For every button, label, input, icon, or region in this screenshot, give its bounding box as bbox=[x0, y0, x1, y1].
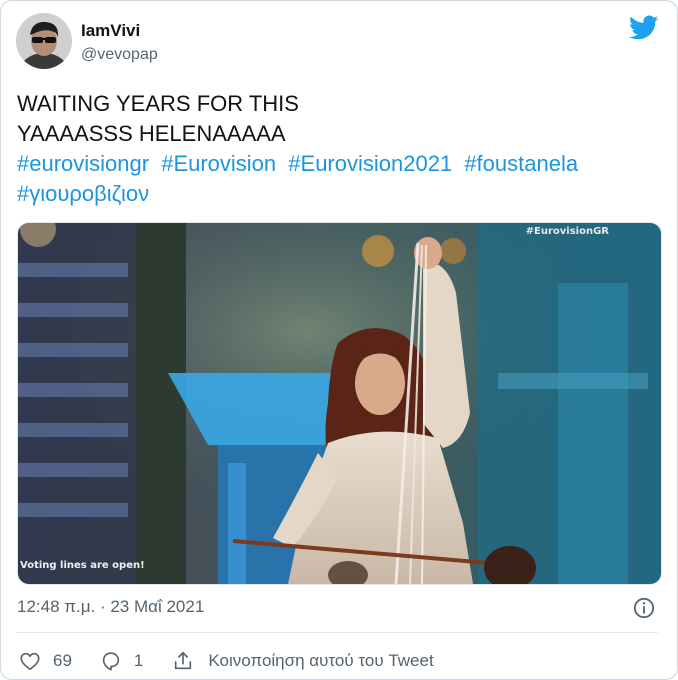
hashtag-link[interactable]: #foustanela bbox=[464, 151, 578, 176]
divider bbox=[17, 632, 658, 633]
info-icon[interactable] bbox=[633, 597, 655, 619]
share-label: Κοινοποίηση αυτού του Tweet bbox=[208, 651, 434, 670]
twitter-bird-icon[interactable] bbox=[629, 15, 659, 41]
avatar-image bbox=[16, 13, 72, 69]
tweet-line-1: WAITING YEARS FOR THIS bbox=[17, 91, 299, 116]
hashtag-link[interactable]: #eurovisiongr bbox=[17, 151, 149, 176]
hashtag-link[interactable]: #γιουροβιζιον bbox=[17, 181, 149, 206]
reply-button[interactable]: 1 bbox=[100, 650, 143, 672]
tweet-text: WAITING YEARS FOR THIS YAAAASSS HELENAAA… bbox=[17, 89, 657, 149]
tweet-card: IamVivi @vevopap WAITING YEARS FOR THIS … bbox=[0, 0, 678, 680]
hashtag-link[interactable]: #Eurovision bbox=[161, 151, 276, 176]
photo-caption: Voting lines are open! bbox=[20, 560, 145, 571]
tweet-timestamp[interactable]: 12:48 π.μ. · 23 Μαΐ 2021 bbox=[17, 597, 204, 617]
reply-icon bbox=[102, 652, 120, 671]
heart-icon bbox=[20, 652, 40, 671]
watermark-text: #EurovisionGR bbox=[525, 226, 609, 237]
author-name[interactable]: IamVivi bbox=[81, 21, 140, 41]
performance-photo bbox=[18, 223, 661, 584]
author-handle[interactable]: @vevopap bbox=[81, 46, 158, 64]
action-bar: 69 1 Κοινοποίηση αυτού του Tweet bbox=[19, 647, 434, 675]
reply-count: 1 bbox=[133, 651, 144, 670]
like-button[interactable]: 69 bbox=[19, 650, 72, 672]
hashtag-list: #eurovisiongr #Eurovision #Eurovision202… bbox=[17, 149, 657, 209]
tweet-line-2: YAAAASSS HELENAAAAA bbox=[17, 121, 286, 146]
hashtag-link[interactable]: #Eurovision2021 bbox=[288, 151, 452, 176]
share-button[interactable]: Κοινοποίηση αυτού του Tweet bbox=[172, 650, 434, 672]
tweet-media-photo[interactable]: #EurovisionGR Voting lines are open! bbox=[17, 222, 662, 585]
like-count: 69 bbox=[53, 651, 72, 670]
share-icon bbox=[175, 651, 192, 670]
avatar[interactable] bbox=[16, 13, 72, 69]
